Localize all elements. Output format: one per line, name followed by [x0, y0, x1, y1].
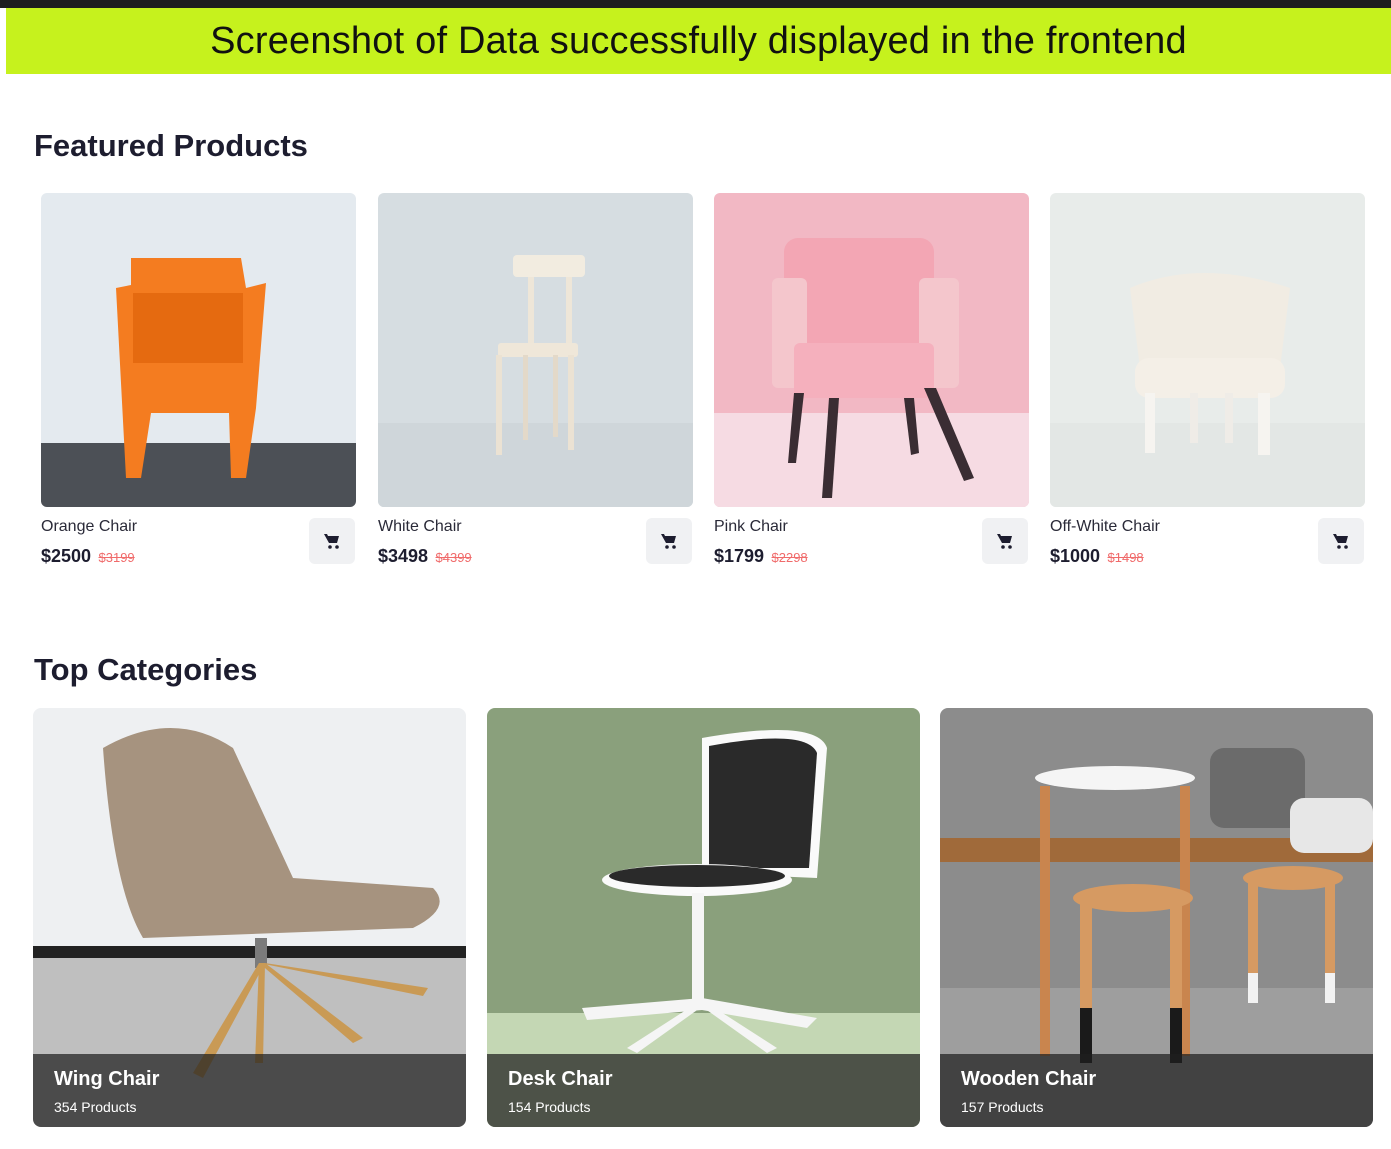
pink-chair-image[interactable]: [714, 193, 1029, 507]
price-row: $2500 $3199: [41, 546, 135, 567]
product-old-price: $4399: [435, 550, 472, 565]
category-card[interactable]: Desk Chair 154 Products: [487, 708, 920, 1127]
category-card[interactable]: Wing Chair 354 Products: [33, 708, 466, 1127]
add-to-cart-button[interactable]: [646, 518, 692, 564]
category-name: Wing Chair: [54, 1068, 160, 1090]
orange-chair-image[interactable]: [41, 193, 356, 507]
product-price: $1000: [1050, 546, 1101, 566]
cart-icon: [1333, 534, 1348, 549]
add-to-cart-button[interactable]: [309, 518, 355, 564]
category-count: 157 Products: [961, 1099, 1044, 1115]
category-name: Wooden Chair: [961, 1068, 1097, 1090]
category-caption: Desk Chair 154 Products: [487, 1054, 920, 1127]
product-old-price: $1498: [1107, 550, 1144, 565]
cart-icon: [997, 534, 1012, 549]
price-row: $3498 $4399: [378, 546, 472, 567]
category-count: 354 Products: [54, 1099, 137, 1115]
white-chair-image[interactable]: [378, 193, 693, 507]
product-name: Orange Chair: [41, 518, 138, 535]
product-card[interactable]: Off-White Chair $1000 $1498: [1050, 193, 1365, 573]
product-card[interactable]: White Chair $3498 $4399: [378, 193, 693, 573]
category-name: Desk Chair: [508, 1068, 613, 1090]
caption-banner: Screenshot of Data successfully displaye…: [6, 8, 1391, 74]
product-name: Off-White Chair: [1050, 518, 1160, 535]
caption-text: Screenshot of Data successfully displaye…: [210, 19, 1187, 62]
product-price: $2500: [41, 546, 92, 566]
product-price: $1799: [714, 546, 765, 566]
category-caption: Wing Chair 354 Products: [33, 1054, 466, 1127]
top-categories-heading: Top Categories: [34, 652, 258, 687]
price-row: $1000 $1498: [1050, 546, 1144, 567]
top-dark-bar: [0, 0, 1391, 8]
category-count: 154 Products: [508, 1099, 591, 1115]
add-to-cart-button[interactable]: [982, 518, 1028, 564]
product-card[interactable]: Pink Chair $1799 $2298: [714, 193, 1029, 573]
product-name: Pink Chair: [714, 518, 788, 535]
cart-icon: [661, 534, 676, 549]
category-caption: Wooden Chair 157 Products: [940, 1054, 1373, 1127]
product-price: $3498: [378, 546, 429, 566]
product-old-price: $3199: [98, 550, 135, 565]
category-card[interactable]: Wooden Chair 157 Products: [940, 708, 1373, 1127]
featured-products-heading: Featured Products: [34, 128, 308, 163]
product-card[interactable]: Orange Chair $2500 $3199: [41, 193, 356, 573]
price-row: $1799 $2298: [714, 546, 808, 567]
product-old-price: $2298: [771, 550, 808, 565]
off-white-chair-image[interactable]: [1050, 193, 1365, 507]
add-to-cart-button[interactable]: [1318, 518, 1364, 564]
cart-icon: [324, 534, 339, 549]
product-name: White Chair: [378, 518, 462, 535]
